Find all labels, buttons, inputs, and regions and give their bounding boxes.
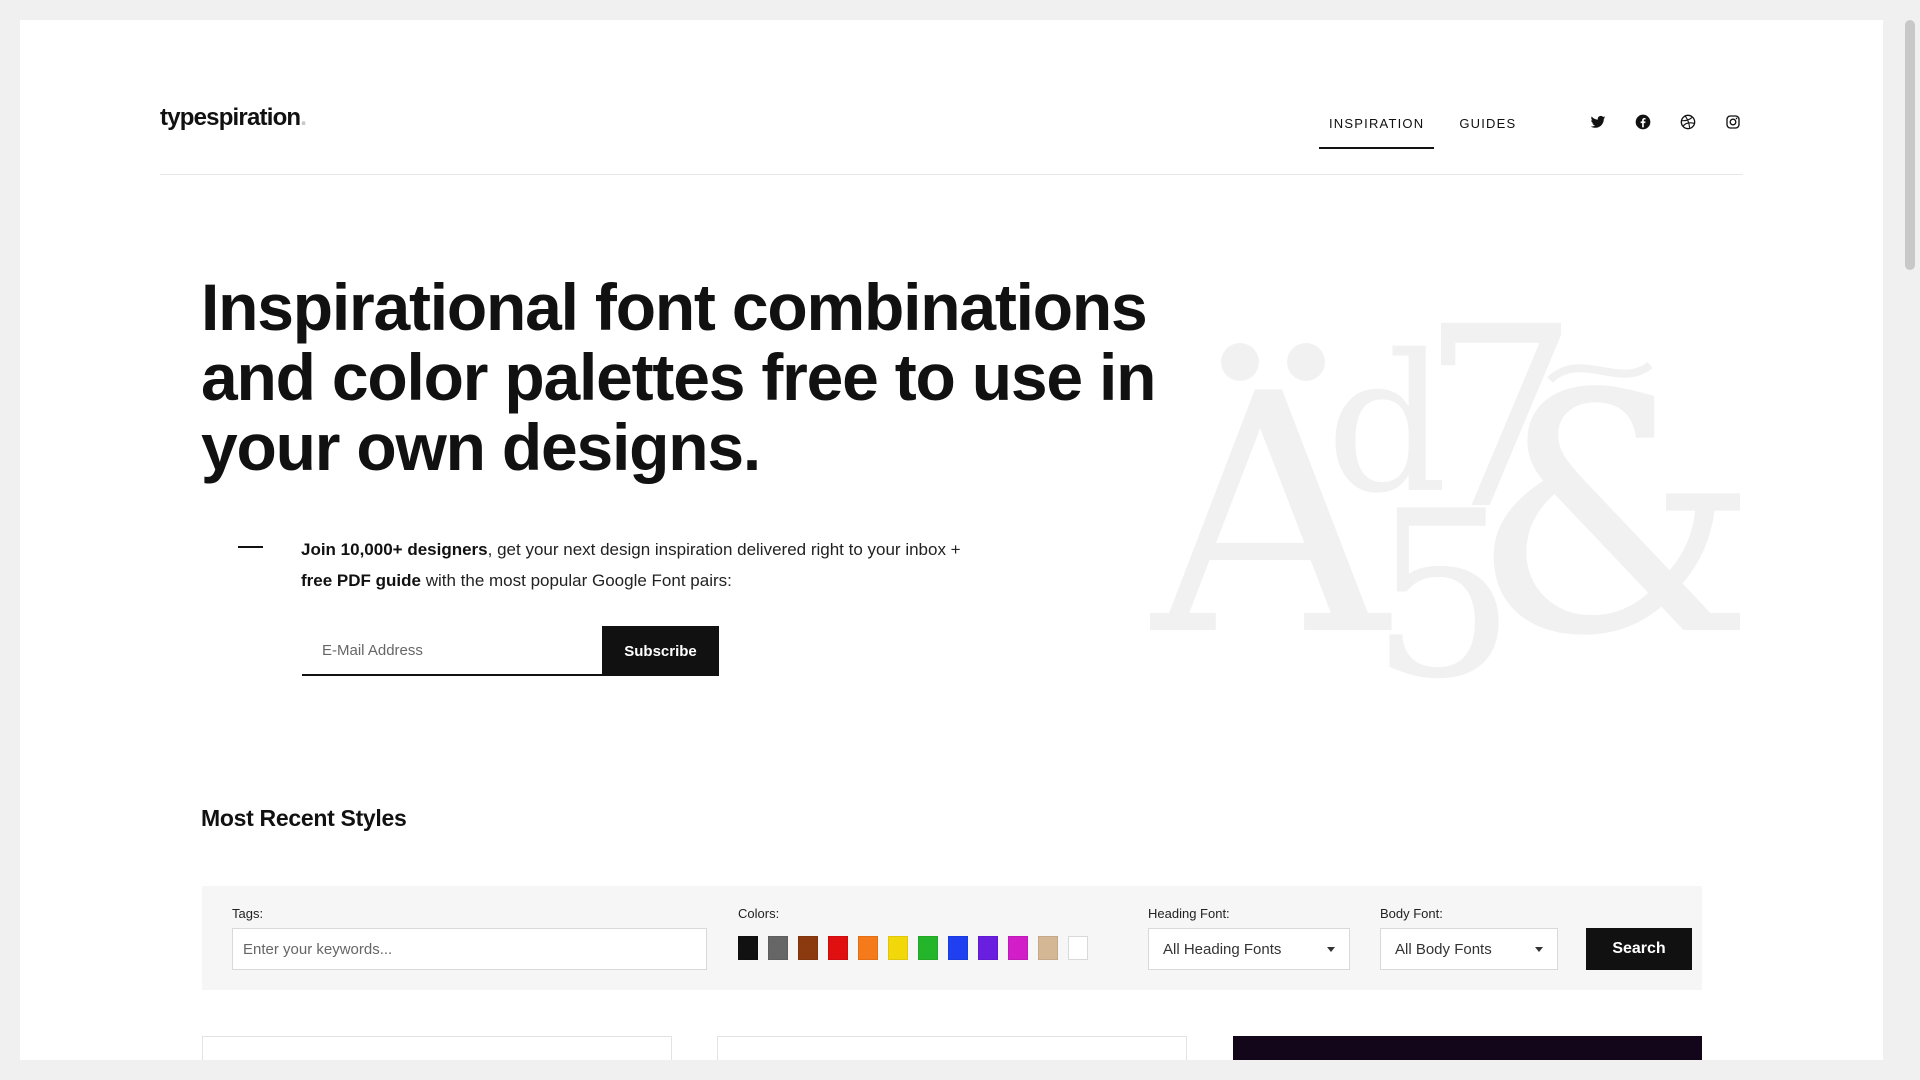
- color-swatch[interactable]: [1008, 936, 1028, 960]
- intro-bold-designers: Join 10,000+ designers: [301, 540, 488, 559]
- color-swatch[interactable]: [978, 936, 998, 960]
- body-font-value: All Body Fonts: [1395, 940, 1492, 958]
- intro-dash: [238, 546, 263, 548]
- style-card[interactable]: [1233, 1036, 1702, 1060]
- newsletter-form: Subscribe: [302, 626, 719, 676]
- body-font-label: Body Font:: [1380, 906, 1443, 921]
- logo[interactable]: typespiration.: [160, 104, 307, 132]
- color-swatch[interactable]: [1068, 936, 1088, 960]
- intro-text: Join 10,000+ designers, get your next de…: [301, 534, 961, 596]
- tags-label: Tags:: [232, 906, 264, 921]
- email-field[interactable]: [302, 626, 602, 676]
- color-swatches: [738, 936, 1088, 960]
- page: typespiration. INSPIRATION GUIDES Inspir…: [20, 20, 1883, 1060]
- style-card[interactable]: [717, 1036, 1187, 1060]
- hero-title: Inspirational font combinations and colo…: [201, 270, 1157, 484]
- color-swatch[interactable]: [738, 936, 758, 960]
- logo-text: typespiration: [160, 104, 301, 131]
- scrollbar-thumb[interactable]: [1905, 20, 1915, 270]
- main-nav: INSPIRATION GUIDES: [1319, 116, 1541, 149]
- filter-bar: Tags: Colors: Heading Font: All Heading …: [202, 886, 1702, 990]
- bottom-bar: [0, 1060, 1920, 1080]
- color-swatch[interactable]: [918, 936, 938, 960]
- heading-font-label: Heading Font:: [1148, 906, 1230, 921]
- chevron-down-icon: [1535, 946, 1543, 952]
- decorative-glyph-art: A d 7 5 &: [1150, 280, 1740, 700]
- color-swatch[interactable]: [768, 936, 788, 960]
- color-swatch[interactable]: [1038, 936, 1058, 960]
- heading-font-select[interactable]: All Heading Fonts: [1148, 928, 1350, 970]
- twitter-icon[interactable]: [1590, 114, 1606, 130]
- intro-text-part2: with the most popular Google Font pairs:: [420, 571, 732, 590]
- subscribe-button[interactable]: Subscribe: [602, 626, 719, 676]
- social-links: [1590, 114, 1741, 130]
- logo-dot: .: [300, 104, 307, 131]
- section-title: Most Recent Styles: [201, 805, 407, 831]
- nav-inspiration[interactable]: INSPIRATION: [1319, 116, 1435, 149]
- body-font-select[interactable]: All Body Fonts: [1380, 928, 1558, 970]
- glyph-ampersand: &: [1470, 324, 1740, 700]
- chevron-down-icon: [1327, 946, 1335, 952]
- style-card[interactable]: [202, 1036, 672, 1060]
- color-swatch[interactable]: [858, 936, 878, 960]
- nav-guides[interactable]: GUIDES: [1449, 116, 1526, 149]
- intro-bold-pdf: free PDF guide: [301, 571, 421, 590]
- heading-font-value: All Heading Fonts: [1163, 940, 1282, 958]
- color-swatch[interactable]: [798, 936, 818, 960]
- color-swatch[interactable]: [888, 936, 908, 960]
- instagram-icon[interactable]: [1725, 114, 1741, 130]
- search-button[interactable]: Search: [1586, 928, 1692, 970]
- header-divider: [160, 174, 1743, 175]
- vertical-scrollbar[interactable]: [1900, 0, 1920, 1080]
- tags-input[interactable]: [232, 928, 707, 970]
- colors-label: Colors:: [738, 906, 780, 921]
- dribbble-icon[interactable]: [1680, 114, 1696, 130]
- color-swatch[interactable]: [948, 936, 968, 960]
- intro-text-part1: , get your next design inspiration deliv…: [487, 540, 961, 559]
- facebook-icon[interactable]: [1635, 114, 1651, 130]
- color-swatch[interactable]: [828, 936, 848, 960]
